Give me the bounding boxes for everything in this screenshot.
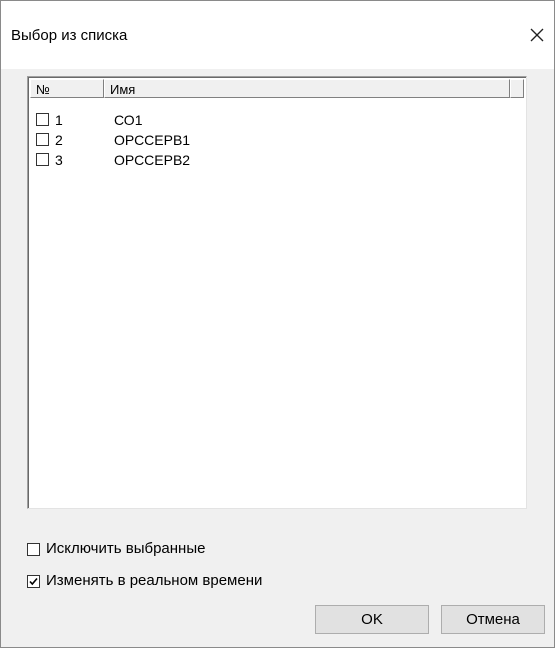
item-number: 2: [55, 132, 63, 148]
cancel-button[interactable]: Отмена: [441, 605, 545, 634]
title-bar: Выбор из списка: [1, 1, 554, 69]
item-name: СО1: [114, 112, 143, 128]
window-title: Выбор из списка: [11, 27, 128, 44]
checkbox-icon[interactable]: [36, 153, 49, 166]
close-icon: [530, 28, 544, 42]
column-header-number[interactable]: №: [30, 79, 104, 98]
realtime-label: Изменять в реальном времени: [46, 572, 263, 589]
checkbox-icon[interactable]: [36, 133, 49, 146]
checkbox-icon[interactable]: [27, 543, 40, 556]
checkmark-icon: [29, 577, 38, 586]
ok-button[interactable]: OK: [315, 605, 429, 634]
checkbox-icon[interactable]: [27, 575, 40, 588]
item-name: ОРССЕРВ1: [114, 132, 191, 148]
item-number: 3: [55, 152, 63, 168]
item-number: 1: [55, 112, 63, 128]
checkbox-icon[interactable]: [36, 113, 49, 126]
items-listview[interactable]: № Имя 1 СО1 2 ОРССЕРВ1 3 ОРССЕРВ2: [27, 76, 527, 509]
column-header-filler: [510, 79, 524, 98]
item-name: ОРССЕРВ2: [114, 152, 191, 168]
close-button[interactable]: [525, 23, 549, 47]
list-selection-dialog: Выбор из списка № Имя 1 СО1 2 ОРССЕРВ1 3…: [0, 0, 555, 648]
column-header-name[interactable]: Имя: [104, 79, 510, 98]
exclude-selected-label: Исключить выбранные: [46, 540, 206, 557]
list-header: № Имя: [30, 79, 524, 98]
